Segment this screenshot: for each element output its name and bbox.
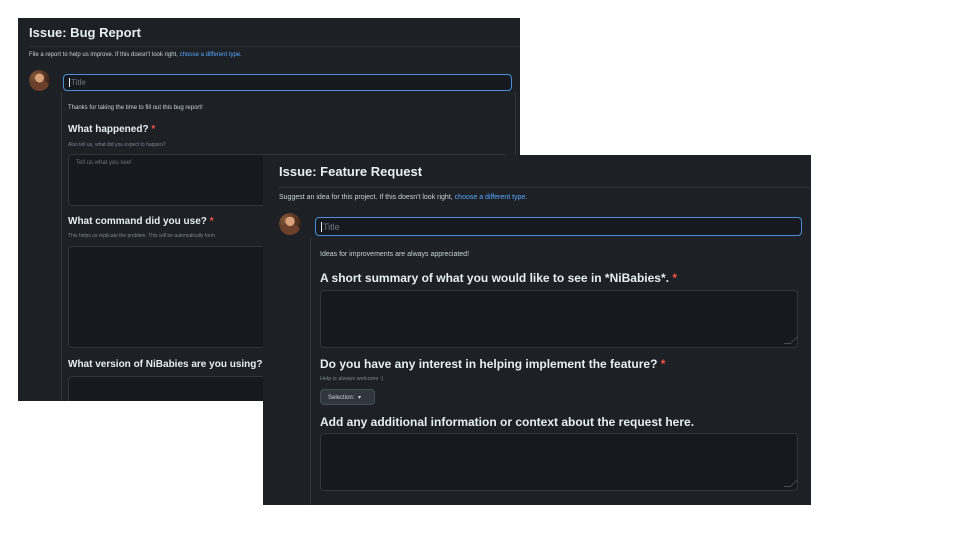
question-hint: Also tell us, what did you expect to hap… bbox=[68, 142, 166, 148]
question-summary: A short summary of what you would like t… bbox=[320, 271, 677, 285]
required-mark: * bbox=[660, 357, 666, 371]
feature-request-panel: Issue: Feature Request Suggest an idea f… bbox=[263, 155, 811, 505]
text-caret bbox=[321, 222, 322, 232]
subtitle: File a report to help us improve. If thi… bbox=[29, 52, 242, 58]
required-mark: * bbox=[151, 124, 156, 135]
subtitle-text: Suggest an idea for this project. If thi… bbox=[279, 194, 453, 201]
choose-type-link[interactable]: choose a different type. bbox=[455, 194, 528, 201]
page-title: Issue: Bug Report bbox=[29, 25, 141, 40]
selection-dropdown[interactable]: Selection: ▾ bbox=[320, 389, 375, 405]
question-hint: Help is always welcome :) bbox=[320, 376, 384, 382]
divider bbox=[29, 46, 520, 47]
subtitle: Suggest an idea for this project. If thi… bbox=[279, 194, 527, 201]
avatar bbox=[279, 213, 301, 235]
question-version: What version of NiBabies are you using? bbox=[68, 359, 262, 370]
question-interest: Do you have any interest in helping impl… bbox=[320, 357, 665, 371]
dropdown-value: Selection: bbox=[328, 395, 355, 401]
intro-text: Thanks for taking the time to fill out t… bbox=[68, 105, 203, 111]
question-hint: This helps us replicate the problem. Thi… bbox=[68, 233, 215, 239]
question-label: Do you have any interest in helping impl… bbox=[320, 357, 658, 371]
question-label: Add any additional information or contex… bbox=[320, 415, 695, 429]
subtitle-text: File a report to help us improve. If thi… bbox=[29, 52, 178, 58]
question-label: What command did you use? bbox=[68, 216, 207, 227]
question-label: A short summary of what you would like t… bbox=[320, 271, 669, 285]
question-additional-info: Add any additional information or contex… bbox=[320, 415, 694, 429]
resize-grip-icon[interactable] bbox=[783, 337, 798, 344]
question-command-used: What command did you use? * bbox=[68, 216, 214, 227]
title-input[interactable]: Title bbox=[63, 74, 512, 91]
title-input[interactable]: Title bbox=[315, 217, 802, 236]
question-label: What happened? bbox=[68, 124, 149, 135]
avatar bbox=[29, 70, 50, 91]
question-what-happened: What happened? * bbox=[68, 124, 155, 135]
title-placeholder: Title bbox=[323, 222, 340, 232]
additional-info-textarea[interactable] bbox=[320, 433, 798, 491]
title-placeholder: Title bbox=[71, 78, 86, 87]
divider bbox=[279, 187, 811, 188]
choose-type-link[interactable]: choose a different type. bbox=[180, 52, 242, 58]
chevron-down-icon: ▾ bbox=[358, 395, 362, 401]
required-mark: * bbox=[209, 216, 214, 227]
textarea-placeholder: Tell us what you see! bbox=[76, 160, 132, 166]
summary-textarea[interactable] bbox=[320, 290, 798, 348]
timeline-line bbox=[61, 92, 62, 401]
question-label: What version of NiBabies are you using? bbox=[68, 359, 263, 370]
page-title: Issue: Feature Request bbox=[279, 164, 423, 179]
resize-grip-icon[interactable] bbox=[783, 480, 798, 487]
timeline-line bbox=[310, 237, 311, 505]
required-mark: * bbox=[672, 271, 677, 285]
intro-text: Ideas for improvements are always apprec… bbox=[320, 251, 470, 258]
text-caret bbox=[69, 78, 70, 87]
